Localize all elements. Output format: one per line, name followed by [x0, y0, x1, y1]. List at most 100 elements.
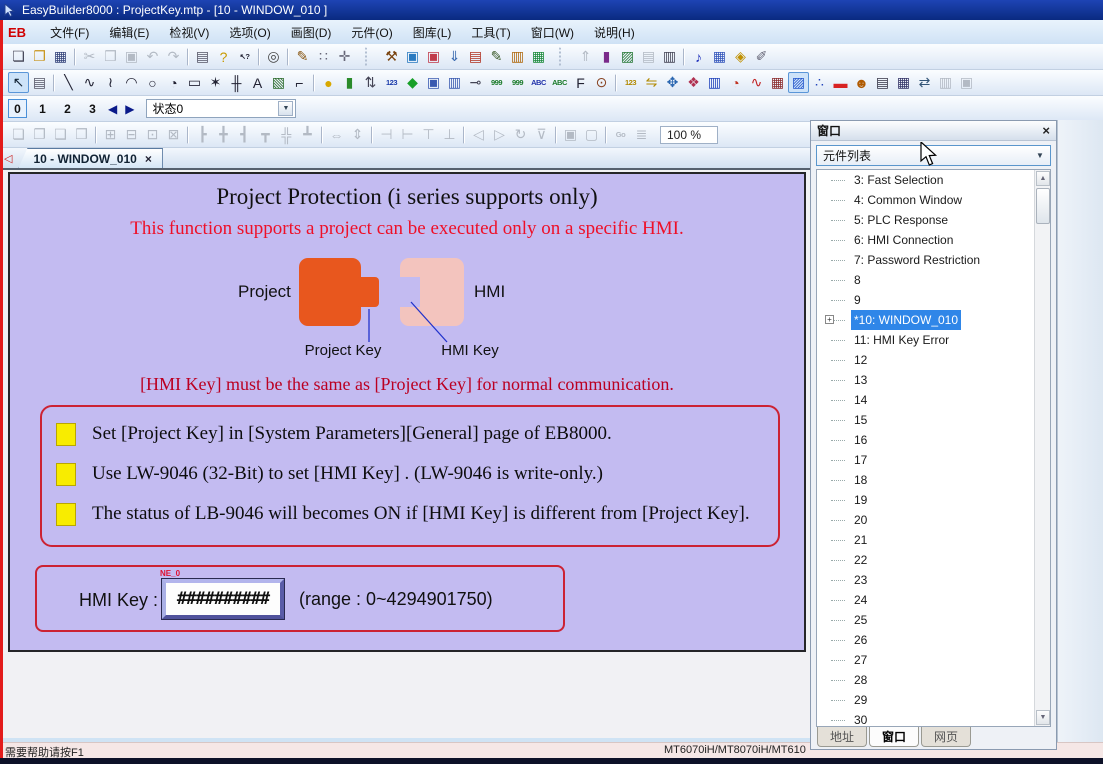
system-clock-icon[interactable]: ⊙: [591, 72, 612, 93]
picture-view-icon[interactable]: ▨: [788, 72, 809, 93]
tab-window-010[interactable]: 10 - WINDOW_010 ×: [18, 148, 162, 168]
window-list-item[interactable]: 11: HMI Key Error: [817, 330, 1050, 350]
chevron-down-icon[interactable]: ▼: [1032, 148, 1048, 164]
ascii-input-icon[interactable]: ABC: [528, 72, 549, 93]
draw-frame-icon[interactable]: ⌐: [289, 72, 310, 93]
nudge-down-icon[interactable]: ⊥: [439, 124, 460, 145]
object-list-icon[interactable]: ▥: [659, 46, 680, 67]
label-library-icon[interactable]: ▦: [709, 46, 730, 67]
rotate-icon[interactable]: ↻: [510, 124, 531, 145]
numeric-display-icon[interactable]: 999: [507, 72, 528, 93]
window-list-item[interactable]: 13: [817, 370, 1050, 390]
picture-library-icon[interactable]: ▨: [617, 46, 638, 67]
group-icon[interactable]: ▣: [560, 124, 581, 145]
draw-scale-icon[interactable]: ╫: [226, 72, 247, 93]
align-middle-icon[interactable]: ╬: [276, 124, 297, 145]
window-list-item[interactable]: 26: [817, 630, 1050, 650]
hmi-key-input[interactable]: ##########: [162, 579, 284, 619]
window-list-item[interactable]: 29: [817, 690, 1050, 710]
project-label[interactable]: Project: [238, 282, 291, 302]
window-list-item[interactable]: 16: [817, 430, 1050, 450]
screen-subtitle-text[interactable]: This function supports a project can be …: [10, 218, 804, 240]
draw-polygon-icon[interactable]: ✶: [205, 72, 226, 93]
undo-icon[interactable]: ↶: [142, 46, 163, 67]
menu-item[interactable]: 检视(V): [159, 21, 219, 44]
window-list-item[interactable]: 20: [817, 510, 1050, 530]
menu-item[interactable]: 工具(T): [461, 21, 520, 44]
window-list-item[interactable]: 14: [817, 390, 1050, 410]
cut-icon[interactable]: ✂: [79, 46, 100, 67]
window-list-item[interactable]: 6: HMI Connection: [817, 230, 1050, 250]
object-properties-icon[interactable]: ▤: [29, 72, 50, 93]
window-list-item[interactable]: 18: [817, 470, 1050, 490]
window-list-scrollbar[interactable]: ▲ ▼: [1034, 170, 1050, 726]
about-help-icon[interactable]: ?: [213, 46, 234, 67]
next-state-button[interactable]: ▶: [125, 102, 134, 116]
backup-icon[interactable]: ▥: [935, 72, 956, 93]
scrollbar-thumb[interactable]: [1036, 188, 1050, 224]
bar-graph-icon[interactable]: ▥: [704, 72, 725, 93]
tab-close-icon[interactable]: ×: [145, 152, 152, 166]
copy-icon[interactable]: ❒: [100, 46, 121, 67]
hmi-key-caption[interactable]: HMI Key: [425, 342, 515, 359]
paste-icon[interactable]: ▣: [121, 46, 142, 67]
panel-bottom-tab[interactable]: 地址: [817, 727, 867, 747]
window-list-item[interactable]: 3: Fast Selection: [817, 170, 1050, 190]
history-data-table-icon[interactable]: ▦: [767, 72, 788, 93]
window-list-item[interactable]: 8: [817, 270, 1050, 290]
nudge-left-icon[interactable]: ⊣: [376, 124, 397, 145]
group-library-icon[interactable]: ▤: [638, 46, 659, 67]
window-list-item[interactable]: 28: [817, 670, 1050, 690]
notes-box[interactable]: Set [Project Key] in [System Parameters]…: [40, 405, 780, 547]
align-left-icon[interactable]: ┣: [192, 124, 213, 145]
moving-shape-icon[interactable]: ✥: [662, 72, 683, 93]
window-list-item[interactable]: 27: [817, 650, 1050, 670]
scheduler-icon[interactable]: ▦: [893, 72, 914, 93]
ungroup-icon[interactable]: ▢: [581, 124, 602, 145]
meter-display-icon[interactable]: ◔: [725, 72, 746, 93]
window-list-item[interactable]: 25: [817, 610, 1050, 630]
string-table-icon[interactable]: ✐: [751, 46, 772, 67]
flip-left-icon[interactable]: ◁: [468, 124, 489, 145]
word-display-icon[interactable]: ⇋: [641, 72, 662, 93]
window-list-item[interactable]: 5: PLC Response: [817, 210, 1050, 230]
menu-item[interactable]: 元件(O): [341, 21, 402, 44]
context-help-icon[interactable]: ↖?: [234, 46, 255, 67]
bring-to-front-icon[interactable]: ❏: [8, 124, 29, 145]
macro-editor-icon[interactable]: ✎: [486, 46, 507, 67]
find-icon[interactable]: ◎: [263, 46, 284, 67]
set-word-icon[interactable]: 123: [381, 72, 402, 93]
panel-close-icon[interactable]: ×: [1042, 123, 1050, 138]
compile-icon[interactable]: ⚒: [381, 46, 402, 67]
shape-library-icon[interactable]: ▮: [596, 46, 617, 67]
go-icon[interactable]: Go: [610, 124, 631, 145]
address-tag-library-icon[interactable]: ◈: [730, 46, 751, 67]
send-to-back-icon[interactable]: ❐: [29, 124, 50, 145]
hmi-label[interactable]: HMI: [474, 282, 505, 302]
save-icon[interactable]: ▦: [50, 46, 71, 67]
function-key-icon[interactable]: F: [570, 72, 591, 93]
online-simulation-icon[interactable]: ▣: [402, 46, 423, 67]
fit-both-icon[interactable]: ⊡: [142, 124, 163, 145]
menu-item[interactable]: 文件(F): [40, 21, 99, 44]
align-bottom-icon[interactable]: ┻: [297, 124, 318, 145]
window-list-item[interactable]: 17: [817, 450, 1050, 470]
fit-width-icon[interactable]: ⊞: [100, 124, 121, 145]
fit-height-icon[interactable]: ⊟: [121, 124, 142, 145]
state-button[interactable]: 3: [83, 99, 102, 118]
nudge-right-icon[interactable]: ⊢: [397, 124, 418, 145]
pen-style-icon[interactable]: ✎: [292, 46, 313, 67]
window-list-item[interactable]: 7: Password Restriction: [817, 250, 1050, 270]
menu-item[interactable]: 窗口(W): [521, 21, 584, 44]
draw-arc-icon[interactable]: ◠: [121, 72, 142, 93]
draw-bezier-icon[interactable]: ∿: [79, 72, 100, 93]
menu-item[interactable]: 编辑(E): [99, 21, 159, 44]
send-backward-icon[interactable]: ❒: [71, 124, 92, 145]
media-player-icon[interactable]: ▣: [956, 72, 977, 93]
combo-button-icon[interactable]: ▥: [444, 72, 465, 93]
nudge-up-icon[interactable]: ⊤: [418, 124, 439, 145]
offline-simulation-icon[interactable]: ▣: [423, 46, 444, 67]
window-list-item[interactable]: 30: [817, 710, 1050, 727]
menu-item[interactable]: 图库(L): [403, 21, 462, 44]
draw-pie-icon[interactable]: ◔: [163, 72, 184, 93]
